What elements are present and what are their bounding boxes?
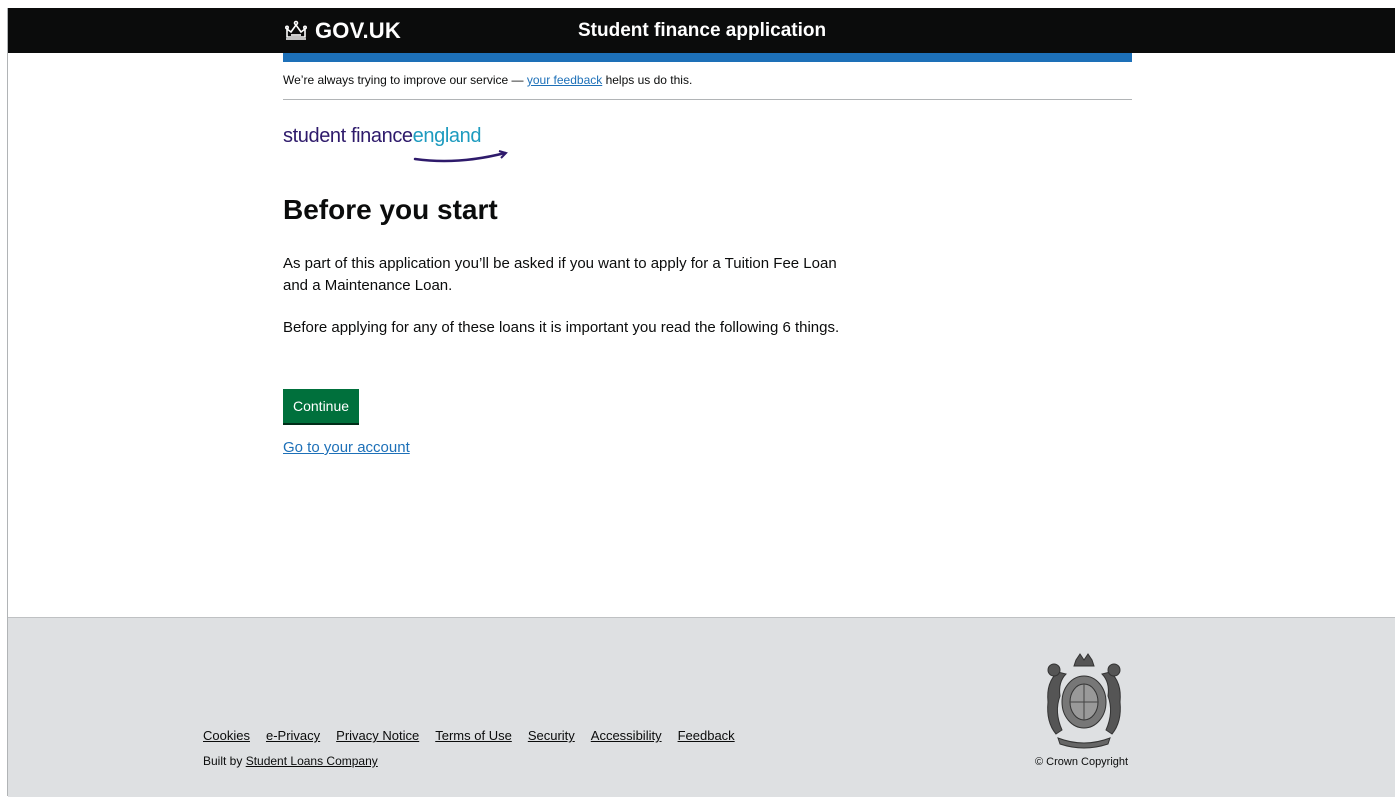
brand-text-part2: england — [412, 125, 482, 147]
royal-coat-of-arms-icon — [1047, 653, 1121, 749]
govuk-logo-text: GOV.UK — [315, 18, 401, 43]
built-by-prefix: Built by — [203, 754, 246, 768]
feedback-text-after: helps us do this. — [602, 73, 693, 87]
footer-link-accessibility[interactable]: Accessibility — [591, 728, 662, 743]
footer-link-cookies[interactable]: Cookies — [203, 728, 250, 743]
footer: Cookies e-Privacy Privacy Notice Terms o… — [8, 617, 1395, 797]
feedback-link[interactable]: your feedback — [527, 73, 602, 87]
footer-link-terms-of-use[interactable]: Terms of Use — [435, 728, 512, 743]
page-frame: GOV.UK Student finance application We’re… — [7, 8, 1395, 797]
student-finance-england-logo: student financeengland — [283, 125, 513, 163]
govuk-header: GOV.UK Student finance application — [8, 8, 1395, 53]
page-title: Before you start — [283, 194, 498, 225]
govuk-logo-link[interactable]: GOV.UK — [283, 18, 401, 44]
crown-copyright: © Crown Copyright — [1035, 756, 1129, 768]
footer-link-feedback[interactable]: Feedback — [678, 728, 735, 743]
brand-text-part1: student finance — [283, 125, 413, 147]
footer-links: Cookies e-Privacy Privacy Notice Terms o… — [203, 728, 735, 743]
go-to-account-link[interactable]: Go to your account — [283, 439, 410, 456]
footer-link-e-privacy[interactable]: e-Privacy — [266, 728, 320, 743]
header-accent-bar — [283, 53, 1132, 62]
built-by: Built by Student Loans Company — [203, 754, 378, 768]
instruction-paragraph: Before applying for any of these loans i… — [283, 319, 840, 336]
crown-icon — [284, 20, 307, 40]
feedback-banner: We’re always trying to improve our servi… — [283, 73, 692, 87]
footer-link-privacy-notice[interactable]: Privacy Notice — [336, 728, 419, 743]
continue-button[interactable]: Continue — [283, 389, 360, 423]
footer-link-security[interactable]: Security — [528, 728, 575, 743]
swoosh-icon — [413, 150, 508, 163]
service-name[interactable]: Student finance application — [578, 20, 826, 42]
intro-paragraph: As part of this application you’ll be as… — [283, 255, 837, 294]
feedback-text-before: We’re always trying to improve our servi… — [283, 73, 527, 87]
student-loans-company-link[interactable]: Student Loans Company — [246, 754, 378, 768]
brand-text: student financeengland — [283, 125, 481, 147]
divider — [283, 99, 1132, 100]
